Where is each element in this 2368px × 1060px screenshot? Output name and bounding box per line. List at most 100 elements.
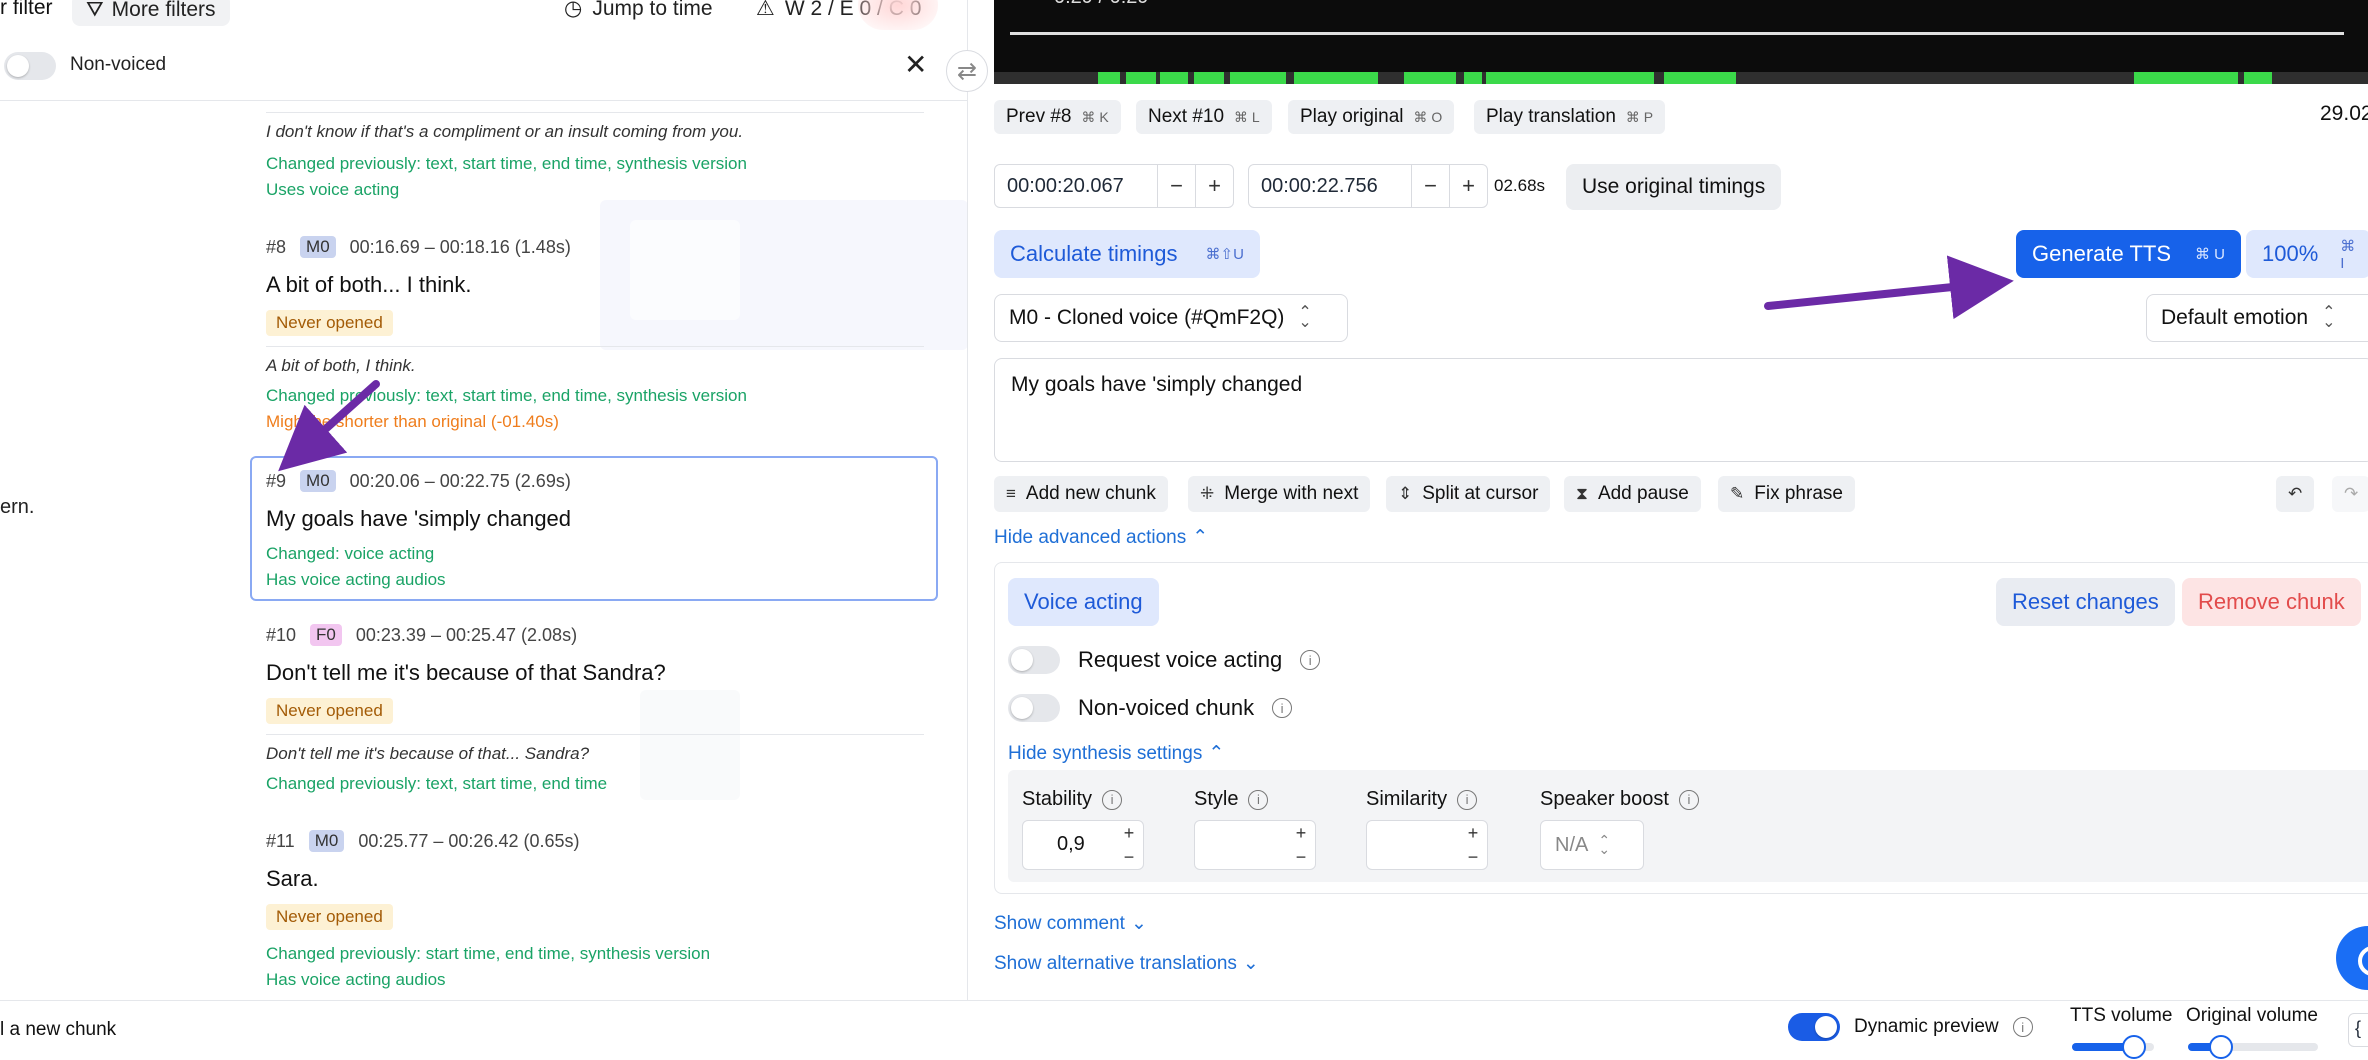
speaker-badge: F0 <box>310 624 342 646</box>
chunk-text[interactable]: A bit of both... I think. <box>266 272 471 298</box>
non-voiced-chunk-row: Non-voiced chunk i <box>1008 694 1293 722</box>
non-voiced-toggle[interactable] <box>4 52 56 80</box>
length-warning: Might be shorter than original (-01.40s) <box>266 412 559 431</box>
chunk-text[interactable]: Don't tell me it's because of that Sandr… <box>266 660 666 686</box>
more-filters-button[interactable]: ⛛ More filters <box>72 0 230 26</box>
chunk-meta[interactable]: #9 M0 00:20.06 – 00:22.75 (2.69s) <box>266 470 571 492</box>
similarity-stepper[interactable]: + − <box>1366 820 1488 870</box>
voice-select[interactable]: M0 - Cloned voice (#QmF2Q) ⌃ ⌄ <box>994 294 1348 342</box>
swap-panels-icon[interactable]: ⇄ <box>946 50 988 92</box>
chunk-separator <box>266 734 924 735</box>
redo-button[interactable]: ↷ <box>2332 476 2368 512</box>
generate-tts-button[interactable]: Generate TTS ⌘ U <box>2016 230 2241 278</box>
filter-label[interactable]: r filter <box>0 0 53 20</box>
chunk-meta[interactable]: #10 F0 00:23.39 – 00:25.47 (2.08s) <box>266 624 577 646</box>
reset-changes-button[interactable]: Reset changes <box>1996 578 2175 626</box>
stability-plus-button[interactable]: + <box>1124 823 1135 844</box>
info-icon[interactable]: i <box>1248 789 1269 810</box>
info-icon[interactable]: i <box>1457 789 1478 810</box>
style-stepper[interactable]: + − <box>1194 820 1316 870</box>
end-plus-button[interactable]: + <box>1449 165 1487 207</box>
similarity-minus-button[interactable]: − <box>1468 847 1479 868</box>
merge-with-next-button[interactable]: ⁜ Merge with next <box>1188 476 1371 512</box>
next-shortcut: ⌘ L <box>1234 108 1260 125</box>
prev-chunk-button[interactable]: Prev #8 ⌘ K <box>994 100 1121 134</box>
tts-volume-slider[interactable] <box>2072 1035 2154 1059</box>
jump-to-time-button[interactable]: ◷ Jump to time <box>564 0 713 21</box>
stability-minus-button[interactable]: − <box>1124 847 1135 868</box>
end-minus-button[interactable]: − <box>1411 165 1449 207</box>
translation-textarea[interactable]: My goals have 'simply changed <box>994 358 2368 462</box>
original-volume-slider[interactable] <box>2188 1035 2318 1059</box>
play-translation-label: Play translation <box>1486 106 1616 127</box>
start-time-value[interactable]: 00:00:20.067 <box>995 165 1157 207</box>
stability-value[interactable]: 0,9 <box>1057 833 1085 856</box>
chat-support-icon[interactable] <box>2336 926 2368 990</box>
show-alternative-translations-link[interactable]: Show alternative translations ⌄ <box>994 952 1259 975</box>
corner-button[interactable]: { <box>2348 1013 2368 1047</box>
tts-volume-knob[interactable] <box>2121 1035 2146 1059</box>
chunk-text[interactable]: Sara. <box>266 866 319 892</box>
add-chunk-link[interactable]: l a new chunk <box>0 1019 116 1041</box>
chunk-meta[interactable]: #11 M0 00:25.77 – 00:26.42 (0.65s) <box>266 830 580 852</box>
split-at-cursor-button[interactable]: ⇕ Split at cursor <box>1386 476 1551 512</box>
speed-label: 100% <box>2262 241 2319 266</box>
info-icon[interactable]: i <box>1102 789 1123 810</box>
info-icon[interactable]: i <box>1300 650 1321 670</box>
style-plus-button[interactable]: + <box>1296 823 1307 844</box>
dynamic-preview-toggle[interactable] <box>1788 1013 1840 1041</box>
add-new-chunk-label: Add new chunk <box>1025 483 1156 504</box>
add-new-chunk-button[interactable]: ≡ Add new chunk <box>994 476 1168 512</box>
original-volume-knob[interactable] <box>2208 1035 2233 1059</box>
similarity-label-row: Similarity i <box>1366 788 1478 811</box>
chunk-meta[interactable]: #8 M0 00:16.69 – 00:18.16 (1.48s) <box>266 236 571 258</box>
wand-icon: ✎ <box>1730 484 1745 503</box>
undo-button[interactable]: ↶ <box>2276 476 2315 512</box>
use-original-timings-button[interactable]: Use original timings <box>1566 164 1782 210</box>
info-icon[interactable]: i <box>2012 1017 2033 1037</box>
chunk-id: #8 <box>266 236 287 257</box>
info-icon[interactable]: i <box>1678 789 1699 810</box>
show-comment-link[interactable]: Show comment ⌄ <box>994 912 1147 935</box>
remove-chunk-button[interactable]: Remove chunk <box>2182 578 2361 626</box>
play-original-button[interactable]: Play original ⌘ O <box>1288 100 1455 134</box>
start-plus-button[interactable]: + <box>1195 165 1233 207</box>
add-pause-button[interactable]: ⧗ Add pause <box>1564 476 1701 512</box>
similarity-plus-button[interactable]: + <box>1468 823 1479 844</box>
chevron-up-down-icon: ⌃ ⌄ <box>2322 304 2336 331</box>
style-minus-button[interactable]: − <box>1296 847 1307 868</box>
request-voice-acting-label: Request voice acting <box>1078 647 1283 672</box>
panel-divider <box>967 0 968 1000</box>
calculate-timings-button[interactable]: Calculate timings ⌘⇧U <box>994 230 1260 278</box>
request-voice-acting-toggle[interactable] <box>1008 646 1060 674</box>
chunk-text[interactable]: My goals have 'simply changed <box>266 506 571 532</box>
end-time-value[interactable]: 00:00:22.756 <box>1249 165 1411 207</box>
stability-stepper[interactable]: 0,9 + − <box>1022 820 1144 870</box>
add-pause-label: Add pause <box>1597 483 1689 504</box>
style-label-row: Style i <box>1194 788 1269 811</box>
right-readout: 29.02 <box>2320 102 2368 125</box>
hide-advanced-actions-link[interactable]: Hide advanced actions ⌃ <box>994 526 1208 549</box>
start-minus-button[interactable]: − <box>1157 165 1195 207</box>
end-time-field[interactable]: 00:00:22.756 − + <box>1248 164 1488 208</box>
speaker-badge: M0 <box>300 236 336 258</box>
play-translation-button[interactable]: Play translation ⌘ P <box>1474 100 1666 134</box>
video-player[interactable]: 0:29 / 0:29 <box>994 0 2368 84</box>
emotion-select[interactable]: Default emotion ⌃ ⌄ <box>2146 294 2368 342</box>
play-original-label: Play original <box>1300 106 1404 127</box>
player-progress-bar[interactable] <box>1010 32 2344 35</box>
filter-bar: r filter ⛛ More filters ◷ Jump to time ⚠… <box>0 0 968 30</box>
start-time-field[interactable]: 00:00:20.067 − + <box>994 164 1234 208</box>
close-icon[interactable]: ✕ <box>904 48 927 81</box>
fix-phrase-button[interactable]: ✎ Fix phrase <box>1718 476 1855 512</box>
speed-button[interactable]: 100% ⌘ I <box>2246 230 2368 278</box>
next-chunk-button[interactable]: Next #10 ⌘ L <box>1136 100 1272 134</box>
chevron-down-icon: ⌄ <box>1242 953 1259 974</box>
info-icon[interactable]: i <box>1272 698 1293 718</box>
non-voiced-chunk-toggle[interactable] <box>1008 694 1060 722</box>
speaker-badge: M0 <box>300 470 336 492</box>
voice-acting-tab[interactable]: Voice acting <box>1008 578 1159 626</box>
hide-synthesis-settings-link[interactable]: Hide synthesis settings ⌃ <box>1008 742 1224 765</box>
chunk-timeline-strip[interactable] <box>994 72 2368 84</box>
speaker-boost-select[interactable]: N/A ⌃ ⌄ <box>1540 820 1644 870</box>
